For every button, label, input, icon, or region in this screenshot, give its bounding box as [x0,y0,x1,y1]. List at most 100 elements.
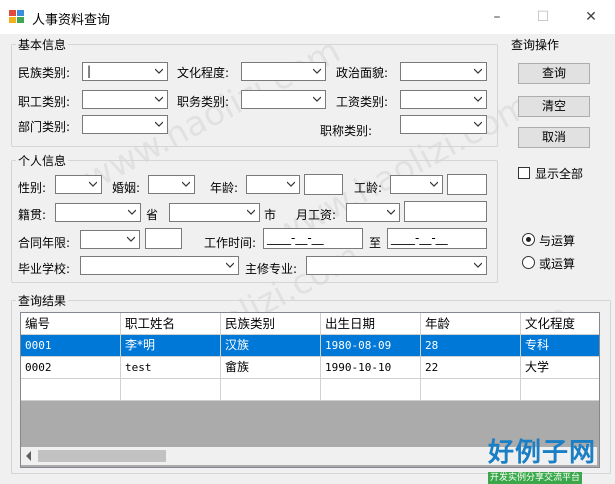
chevron-down-icon [474,262,482,268]
and-op-radio[interactable] [522,233,535,246]
seniority-op-combo[interactable] [390,175,443,194]
age-op-combo[interactable] [246,175,300,194]
cell[interactable]: 汉族 [221,335,321,357]
cell[interactable] [521,379,599,401]
dept-type-combo[interactable] [82,115,168,134]
cell[interactable] [121,379,221,401]
chevron-down-icon [287,181,295,187]
contract-input[interactable] [145,228,182,249]
column-header[interactable]: 年龄 [421,313,521,335]
salary-input[interactable] [404,201,487,222]
chevron-down-icon [89,181,97,187]
cell[interactable] [321,379,421,401]
title-type-combo[interactable] [400,115,487,134]
column-header[interactable]: 文化程度 [521,313,599,335]
results-legend: 查询结果 [16,292,69,309]
close-button[interactable]: ✕ [576,8,606,26]
dept-type-label: 部门类别: [18,120,71,134]
brand-name: 好例子网 [488,438,597,468]
cell[interactable]: 22 [421,357,521,379]
work-end-date[interactable]: ____-__-__ [387,228,487,249]
basic-info-legend: 基本信息 [16,36,69,53]
political-label: 政治面貌: [336,66,389,80]
cell[interactable] [421,379,521,401]
table-row[interactable]: 0001 李*明 汉族 1980-08-09 28 专科 [21,335,599,357]
show-all-checkbox[interactable] [518,167,530,179]
cell[interactable] [221,379,321,401]
cancel-button[interactable]: 取消 [518,127,590,148]
work-start-date[interactable]: ____-__-__ [263,228,363,249]
cell[interactable] [21,379,121,401]
cell[interactable]: 1980-08-09 [321,335,421,357]
duty-type-combo[interactable] [241,90,326,109]
query-button[interactable]: 查询 [518,63,590,84]
chevron-down-icon [474,96,482,102]
political-combo[interactable] [400,62,487,81]
seniority-label: 工龄: [354,181,383,195]
show-all-label: 显示全部 [535,167,584,181]
column-header[interactable]: 职工姓名 [121,313,221,335]
chevron-left-icon[interactable] [25,451,33,461]
cell[interactable]: 专科 [521,335,599,357]
chevron-down-icon [155,121,163,127]
cell[interactable]: 0001 [21,335,121,357]
province-suffix: 省 [146,208,159,222]
age-input[interactable] [304,174,343,195]
city-combo[interactable] [169,203,260,222]
chevron-down-icon [155,96,163,102]
table-row[interactable]: 0002 test 畲族 1990-10-10 22 大学 [21,357,599,379]
edu-combo[interactable] [241,62,326,81]
title-type-label: 职称类别: [320,124,373,138]
chevron-down-icon [474,121,482,127]
chevron-down-icon [155,68,163,74]
school-combo[interactable] [80,256,239,275]
gender-label: 性别: [18,181,47,195]
clear-button[interactable]: 清空 [518,96,590,117]
work-time-label: 工作时间: [204,236,257,250]
city-suffix: 市 [264,208,277,222]
chevron-down-icon [127,236,135,242]
chevron-down-icon [313,68,321,74]
staff-type-combo[interactable] [82,90,168,109]
province-combo[interactable] [55,203,141,222]
gender-combo[interactable] [55,175,102,194]
scrollbar-thumb[interactable] [38,450,166,462]
minimize-button[interactable]: – [482,8,512,26]
salary-type-combo[interactable] [400,90,487,109]
chevron-down-icon [430,181,438,187]
edu-label: 文化程度: [177,66,230,80]
title-bar: 人事资料查询 – ☐ ✕ [0,0,615,34]
cell[interactable]: 李*明 [121,335,221,357]
column-header[interactable]: 民族类别 [221,313,321,335]
chevron-down-icon [387,209,395,215]
major-combo[interactable] [306,256,487,275]
table-row-new[interactable] [21,379,599,401]
grid-header-row: 编号 职工姓名 民族类别 出生日期 年龄 文化程度 [21,313,599,335]
chevron-down-icon [128,209,136,215]
cell[interactable]: 大学 [521,357,599,379]
to-label: 至 [369,236,382,250]
cell[interactable]: 28 [421,335,521,357]
and-op-label: 与运算 [539,234,576,248]
school-label: 毕业学校: [18,262,71,276]
brand-logo: 好例子网 开发实例分享交流平台 [488,432,612,484]
cell[interactable]: 畲族 [221,357,321,379]
salary-op-combo[interactable] [346,203,400,222]
or-op-label: 或运算 [539,257,576,271]
maximize-button[interactable]: ☐ [528,8,558,26]
column-header[interactable]: 出生日期 [321,313,421,335]
cell[interactable]: 0002 [21,357,121,379]
cell[interactable]: test [121,357,221,379]
column-header[interactable]: 编号 [21,313,121,335]
marital-combo[interactable] [148,175,195,194]
monthly-salary-label: 月工资: [296,208,337,222]
marital-label: 婚姻: [112,181,141,195]
ethnic-combo[interactable]: | [82,62,168,81]
native-label: 籍贯: [18,208,47,222]
chevron-down-icon [247,209,255,215]
or-op-radio[interactable] [522,256,535,269]
cell[interactable]: 1990-10-10 [321,357,421,379]
seniority-input[interactable] [447,174,487,195]
contract-op-combo[interactable] [80,230,140,249]
chevron-down-icon [182,181,190,187]
